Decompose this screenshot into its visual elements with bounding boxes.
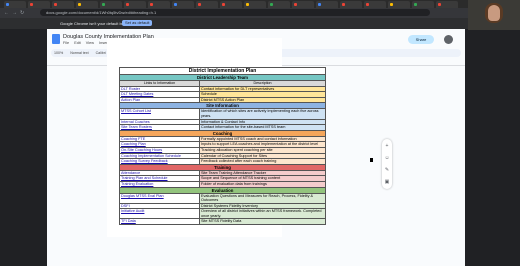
menu-file[interactable]: File [63, 41, 69, 45]
browser-tab[interactable] [148, 1, 170, 8]
favicon-icon [102, 3, 105, 6]
browser-tab[interactable] [412, 1, 434, 8]
favicon-icon [294, 3, 297, 6]
browser-tab[interactable] [52, 1, 74, 8]
table-row: TFI Data Site MTSS Fidelity Data [119, 218, 327, 226]
forward-icon[interactable]: → [12, 10, 17, 16]
browser-tab[interactable] [76, 1, 98, 8]
browser-tab[interactable] [340, 1, 362, 8]
browser-tab[interactable] [172, 1, 194, 8]
favicon-icon [54, 3, 57, 6]
resource-description: Overview of all district initiatives wit… [198, 208, 327, 220]
resource-link[interactable]: TFI Data [119, 218, 200, 226]
default-browser-notice: Google Chrome isn't your default browser… [0, 18, 520, 29]
favicon-icon [150, 3, 153, 6]
resource-description: Inputs to support LEA coaches and implem… [198, 141, 327, 148]
favicon-icon [270, 3, 273, 6]
browser-tab[interactable] [124, 1, 146, 8]
table-row: Douglas MTSS Eval Plan Evaluation Questio… [119, 192, 327, 204]
font-select[interactable]: Calibri [96, 51, 106, 55]
favicon-icon [246, 3, 249, 6]
favicon-icon [390, 3, 393, 6]
favicon-icon [174, 3, 177, 6]
browser-tab[interactable] [436, 1, 458, 8]
favicon-icon [318, 3, 321, 6]
favicon-icon [198, 3, 201, 6]
browser-tab-bar [0, 0, 520, 8]
suggest-edit-icon[interactable]: ✎ [384, 167, 390, 173]
resource-description: Site MTSS Fidelity Data [198, 218, 327, 226]
resource-description: Identification of which sites are active… [198, 108, 327, 120]
browser-tab[interactable] [196, 1, 218, 8]
favicon-icon [126, 3, 129, 6]
browser-tab[interactable] [244, 1, 266, 8]
emoji-reaction-icon[interactable]: ☺ [384, 155, 390, 161]
table-row: MTSS Cohort List Identification of which … [119, 108, 327, 120]
image-icon[interactable]: ▣ [384, 179, 390, 185]
style-select[interactable]: Normal text [70, 51, 88, 55]
browser-tab[interactable] [388, 1, 410, 8]
menu-edit[interactable]: Edit [74, 41, 81, 45]
favicon-icon [78, 3, 81, 6]
presenter-face [488, 5, 500, 21]
resource-link[interactable]: MTSS Cohort List [119, 108, 200, 120]
browser-tab[interactable] [364, 1, 386, 8]
share-button[interactable]: Share [408, 35, 434, 44]
set-default-button[interactable]: Set as default [122, 20, 153, 26]
resource-link[interactable]: Initiative Audit [119, 208, 200, 220]
browser-tab[interactable] [100, 1, 122, 8]
avatar[interactable] [444, 35, 453, 44]
favicon-icon [438, 3, 441, 6]
favicon-icon [222, 3, 225, 6]
browser-tab[interactable] [220, 1, 242, 8]
table-title: District Implementation Plan [118, 67, 327, 75]
floating-side-toolbar: + ☺ ✎ ▣ [382, 139, 392, 189]
resource-description: Evaluation Questions and Measures for Re… [198, 192, 327, 204]
docs-logo-icon[interactable] [52, 34, 60, 44]
webcam-overlay [468, 0, 520, 30]
browser-tab[interactable] [316, 1, 338, 8]
favicon-icon [342, 3, 345, 6]
menu-view[interactable]: View [86, 41, 94, 45]
table-row: Initiative Audit Overview of all district… [119, 208, 327, 220]
url-input[interactable]: docs.google.com/document/d/1Wh0tq5tvDw/e… [40, 9, 430, 16]
implementation-table: District Implementation Plan District Lea… [118, 67, 327, 226]
table-title-row: District Implementation Plan [118, 67, 327, 75]
zoom-select[interactable]: 100% [54, 51, 63, 55]
add-comment-icon[interactable]: + [384, 143, 390, 149]
favicon-icon [414, 3, 417, 6]
favicon-icon [366, 3, 369, 6]
browser-tab[interactable] [292, 1, 314, 8]
reload-icon[interactable]: ↻ [20, 10, 24, 16]
mouse-cursor-icon [370, 158, 373, 162]
resource-link[interactable]: Douglas MTSS Eval Plan [119, 192, 200, 204]
browser-tab[interactable] [4, 1, 26, 8]
browser-tab[interactable] [28, 1, 50, 8]
browser-tab[interactable] [268, 1, 290, 8]
back-icon[interactable]: ← [4, 10, 9, 16]
docs-favicon-icon [6, 3, 9, 6]
favicon-icon [30, 3, 33, 6]
